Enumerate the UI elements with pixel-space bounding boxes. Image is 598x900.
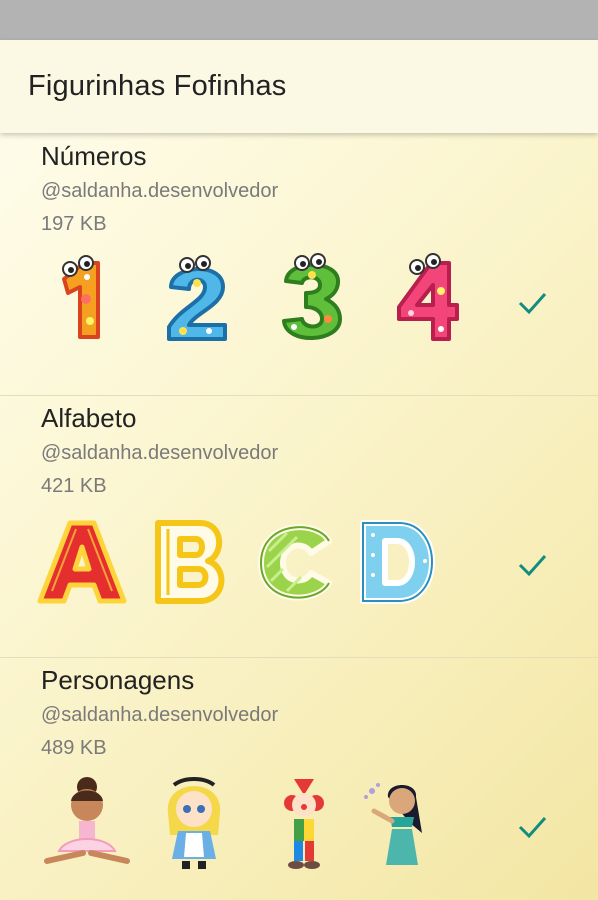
sticker-pack-personagens[interactable]: Personagens @saldanha.desenvolvedor 489 … — [0, 657, 598, 900]
sticker-previews — [32, 773, 472, 873]
clown-sticker — [254, 773, 354, 873]
status-bar — [0, 0, 598, 40]
sticker-pack-numeros[interactable]: Números @saldanha.desenvolvedor 197 KB — [0, 133, 598, 396]
pack-name: Alfabeto — [41, 403, 137, 433]
pack-author: @saldanha.desenvolvedor — [41, 442, 279, 464]
number-3-sticker — [262, 249, 362, 349]
pack-size: 421 KB — [41, 475, 107, 497]
number-2-sticker — [147, 249, 247, 349]
number-4-sticker — [377, 249, 477, 349]
pack-author: @saldanha.desenvolvedor — [41, 704, 279, 726]
letter-a-sticker — [32, 511, 132, 611]
pack-name: Personagens — [41, 665, 195, 695]
pack-name: Números — [41, 141, 147, 171]
pack-size: 197 KB — [41, 213, 107, 235]
number-1-sticker — [32, 249, 132, 349]
checkmark-icon — [512, 283, 552, 323]
pack-author: @saldanha.desenvolvedor — [41, 180, 279, 202]
app-bar: Figurinhas Fofinhas — [0, 40, 598, 133]
sticker-pack-alfabeto[interactable]: Alfabeto @saldanha.desenvolvedor 421 KB — [0, 395, 598, 658]
letter-c-sticker — [247, 511, 347, 611]
app-title: Figurinhas Fofinhas — [28, 70, 287, 102]
letter-b-sticker — [142, 511, 242, 611]
pack-size: 489 KB — [41, 737, 107, 759]
ballerina-sticker — [37, 773, 137, 873]
jasmine-sticker — [350, 773, 450, 873]
letter-d-sticker — [347, 511, 447, 611]
sticker-previews — [32, 511, 472, 611]
checkmark-icon — [512, 807, 552, 847]
sticker-previews — [32, 249, 472, 349]
checkmark-icon — [512, 545, 552, 585]
alice-sticker — [144, 773, 244, 873]
